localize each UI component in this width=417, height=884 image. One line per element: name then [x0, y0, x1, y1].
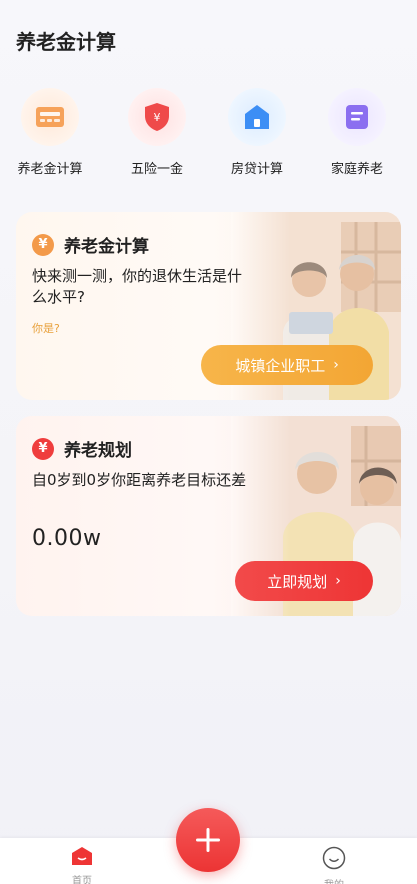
quick-nav-label: 家庭养老 [330, 162, 383, 177]
quick-nav-label: 五险一金 [130, 162, 183, 177]
smile-face-icon [322, 846, 346, 870]
tab-me[interactable]: 我的 [314, 846, 354, 884]
svg-text:¥: ¥ [154, 111, 161, 124]
house-icon [245, 105, 269, 129]
quick-nav-loan[interactable]: 房贷计算 [212, 88, 302, 177]
quick-nav-label: 养老金计算 [17, 162, 83, 177]
yen-icon: ¥ [32, 233, 54, 256]
home-icon [72, 847, 92, 865]
tab-home-label: 首页 [72, 876, 92, 884]
quick-nav-label: 房贷计算 [230, 162, 283, 177]
plus-icon [196, 828, 220, 852]
pension-card-title: 养老金计算 [64, 237, 149, 257]
pension-card-header: ¥ 养老金计算 [32, 232, 149, 257]
chevron-right-icon: › [335, 573, 341, 589]
plan-card-title: 养老规划 [64, 441, 132, 461]
plan-card-description: 自0岁到0岁你距离养老目标还差 [32, 471, 247, 489]
pension-calc-card[interactable]: ¥ 养老金计算 快来测一测，你的退休生活是什么水平? 你是? 城镇企业职工 › [16, 212, 401, 400]
quick-nav-insurance[interactable]: ¥ 五险一金 [112, 88, 202, 177]
plan-now-label: 立即规划 [267, 572, 328, 591]
tab-home[interactable]: 首页 [62, 846, 102, 884]
gap-amount: 0.00w [32, 526, 102, 551]
family-document-icon [346, 105, 368, 129]
plan-now-button[interactable]: 立即规划 › [235, 561, 373, 601]
pension-calculator-icon [36, 107, 64, 127]
add-button[interactable] [176, 808, 240, 872]
quick-nav-pension[interactable]: 养老金计算 [5, 88, 95, 177]
page-title: 养老金计算 [16, 30, 116, 54]
tab-me-label: 我的 [314, 876, 354, 884]
quick-nav: 养老金计算 ¥ 五险一金 房贷计算 家庭养老 [0, 88, 417, 188]
plan-card-header: ¥ 养老规划 [32, 436, 132, 461]
chevron-right-icon: › [333, 357, 339, 373]
quick-nav-family[interactable]: 家庭养老 [312, 88, 402, 177]
yen-icon: ¥ [32, 437, 54, 460]
insurance-shield-icon: ¥ [145, 103, 169, 131]
pension-plan-card[interactable]: ¥ 养老规划 自0岁到0岁你距离养老目标还差 0.00w 立即规划 › [16, 416, 401, 616]
identity-select-button[interactable]: 城镇企业职工 › [201, 345, 373, 385]
identity-question: 你是? [32, 322, 60, 335]
pension-card-description: 快来测一测，你的退休生活是什么水平? [32, 267, 243, 306]
identity-select-label: 城镇企业职工 [235, 356, 326, 375]
